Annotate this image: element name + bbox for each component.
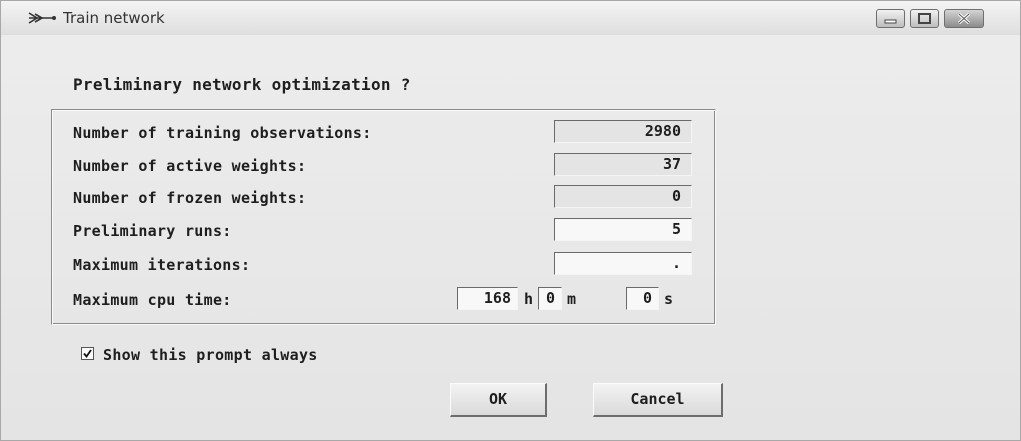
max-iterations-label: Maximum iterations: xyxy=(73,256,251,274)
cpu-seconds-input[interactable]: 0 xyxy=(626,287,659,310)
cancel-button[interactable]: Cancel xyxy=(593,383,723,417)
train-network-dialog: Train network Preliminary network optimi… xyxy=(0,0,1021,441)
network-icon xyxy=(28,12,56,24)
frozen-weights-label: Number of frozen weights: xyxy=(73,189,307,207)
show-prompt-checkbox[interactable] xyxy=(81,347,94,360)
close-button[interactable] xyxy=(944,9,984,28)
ok-button[interactable]: OK xyxy=(450,383,547,417)
maximize-button[interactable] xyxy=(910,9,939,28)
preliminary-runs-label: Preliminary runs: xyxy=(73,222,232,240)
maximize-icon xyxy=(918,13,931,24)
max-iterations-input[interactable]: . xyxy=(554,252,692,275)
dialog-heading: Preliminary network optimization ? xyxy=(73,75,411,94)
cpu-hours-input[interactable]: 168 xyxy=(457,287,518,310)
active-weights-field: 37 xyxy=(554,153,692,176)
minimize-button[interactable] xyxy=(876,9,905,28)
frozen-weights-field: 0 xyxy=(554,185,692,208)
cpu-minutes-input[interactable]: 0 xyxy=(538,287,562,310)
checkmark-icon xyxy=(83,349,92,358)
show-prompt-label: Show this prompt always xyxy=(103,346,318,364)
active-weights-label: Number of active weights: xyxy=(73,157,307,175)
hours-unit-label: h xyxy=(524,290,534,308)
title-bar[interactable]: Train network xyxy=(1,1,1020,35)
seconds-unit-label: s xyxy=(664,290,674,308)
max-cpu-time-label: Maximum cpu time: xyxy=(73,291,232,309)
minutes-unit-label: m xyxy=(567,290,577,308)
window-title: Train network xyxy=(63,9,165,27)
minimize-icon xyxy=(884,19,897,24)
training-observations-field: 2980 xyxy=(554,120,692,143)
training-observations-label: Number of training observations: xyxy=(73,124,372,142)
preliminary-runs-input[interactable]: 5 xyxy=(554,218,692,241)
close-icon xyxy=(957,12,971,25)
